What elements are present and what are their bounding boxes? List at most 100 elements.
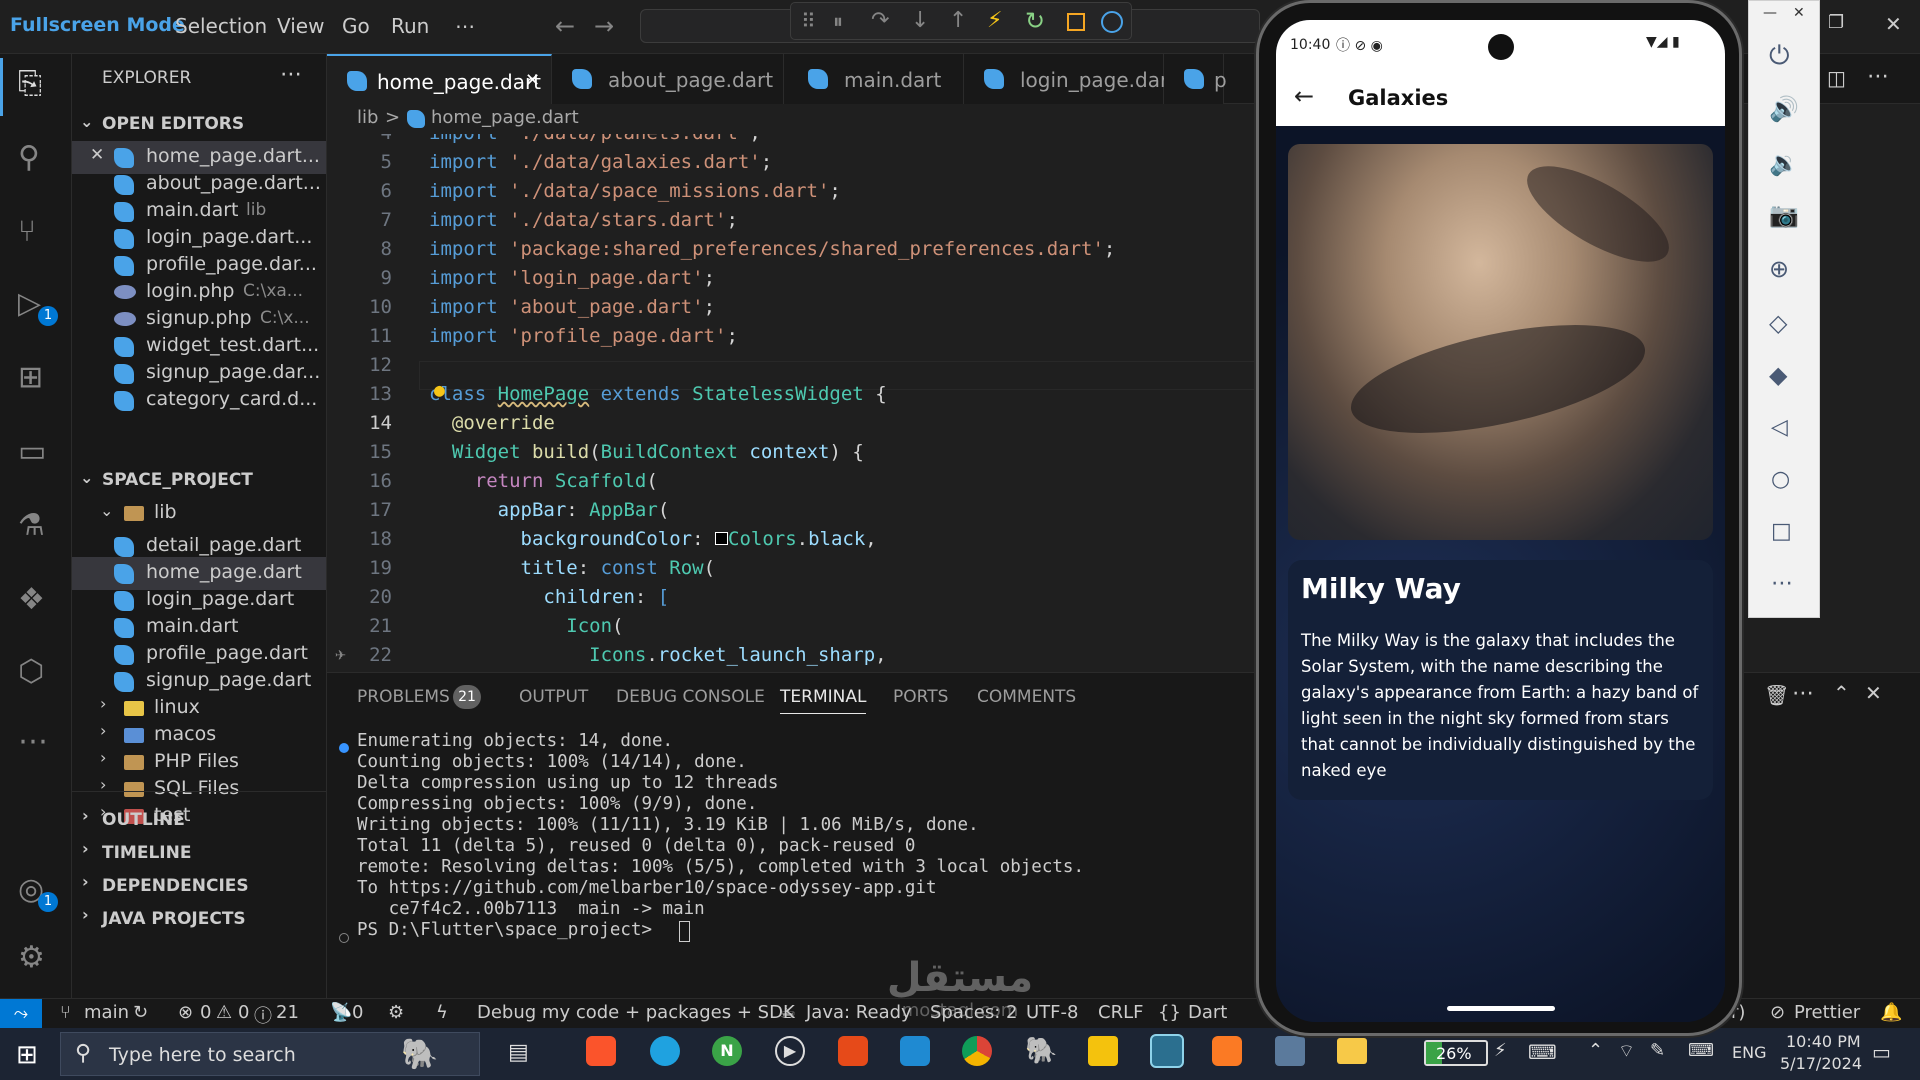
player-icon[interactable] <box>1088 1036 1118 1066</box>
menu-more[interactable]: ⋯ <box>455 14 475 38</box>
power-icon[interactable]: ⏻ <box>1769 41 1790 72</box>
lightbulb-icon[interactable]: ● <box>434 380 445 401</box>
battery-indicator[interactable]: 26% <box>1424 1040 1488 1066</box>
tab-output[interactable]: OUTPUT <box>519 687 588 707</box>
tab-login-page[interactable]: login_page.dart <box>964 54 1176 104</box>
files-icon[interactable]: ⎘ <box>18 66 42 101</box>
minimap[interactable] <box>1820 104 1920 644</box>
restart-icon[interactable]: ↻ <box>1025 7 1045 35</box>
warning-count[interactable]: 0 <box>238 1002 249 1023</box>
snipping-icon[interactable] <box>1275 1036 1305 1066</box>
menu-fullscreen[interactable]: Fullscreen Mode <box>10 14 185 36</box>
trash-icon[interactable]: 🗑 <box>1764 683 1789 707</box>
editor-more-icon[interactable]: ⋯ <box>1867 64 1889 89</box>
vscode-icon[interactable] <box>900 1036 930 1066</box>
section-header[interactable]: › JAVA PROJECTS <box>72 903 326 936</box>
error-count[interactable]: 0 <box>200 1002 211 1023</box>
flash-icon[interactable]: ϟ <box>436 1002 448 1023</box>
section-header[interactable]: › OUTLINE <box>72 804 326 837</box>
menu-view[interactable]: View <box>277 14 324 38</box>
notifications-bell-icon[interactable]: 🔔 <box>1880 1002 1902 1023</box>
source-control-icon[interactable]: ⑂ <box>18 214 36 249</box>
chrome-icon[interactable] <box>962 1036 992 1066</box>
open-editor-item[interactable]: category_card.d... <box>72 384 326 417</box>
nav-home-icon[interactable]: ○ <box>1771 467 1790 492</box>
step-out-icon[interactable]: ↑ <box>949 8 967 33</box>
tab-comments[interactable]: COMMENTS <box>977 687 1076 707</box>
rotate-right-icon[interactable]: ◆ <box>1769 361 1787 389</box>
breadcrumb-file[interactable]: home_page.dart <box>431 107 579 128</box>
action-center-icon[interactable]: ▭ <box>1872 1040 1891 1064</box>
edge-icon[interactable] <box>650 1036 680 1066</box>
close-panel-icon[interactable]: ✕ <box>1865 681 1882 705</box>
split-editor-icon[interactable]: ◫ <box>1827 66 1846 90</box>
eol[interactable]: CRLF <box>1098 1002 1143 1023</box>
debug-mode[interactable]: Debug my code + packages + SDK <box>477 1002 795 1023</box>
touch-keyboard-icon[interactable]: ⌨ <box>1688 1040 1714 1061</box>
language-mode[interactable]: Dart <box>1188 1002 1227 1023</box>
emulator-more-icon[interactable]: ⋯ <box>1771 571 1793 596</box>
section-header[interactable]: › DEPENDENCIES <box>72 870 326 903</box>
sync-icon[interactable]: ↻ <box>133 1002 148 1023</box>
nav-overview-icon[interactable]: □ <box>1771 519 1792 544</box>
tab-debug-console[interactable]: DEBUG CONSOLE <box>616 687 765 707</box>
elephant-app-icon[interactable]: 🐘 <box>1025 1036 1057 1066</box>
info-count[interactable]: 21 <box>276 1002 299 1023</box>
menu-selection[interactable]: Selection <box>175 14 267 38</box>
section-header[interactable]: › TIMELINE <box>72 837 326 870</box>
media-player-icon[interactable]: ▶ <box>775 1036 805 1066</box>
app-n-icon[interactable]: N <box>712 1036 742 1066</box>
file-explorer-icon[interactable] <box>1337 1038 1367 1064</box>
prettier-status[interactable]: Prettier <box>1794 1002 1860 1023</box>
tab-close-icon[interactable]: ✕ <box>525 70 540 91</box>
step-into-icon[interactable]: ↓ <box>911 8 929 33</box>
emulator-minimize-icon[interactable]: — <box>1763 5 1777 21</box>
tab-about-page[interactable]: about_page.dart <box>552 54 784 104</box>
project-header[interactable]: ⌄ SPACE_PROJECT <box>72 464 326 497</box>
emulator-close-icon[interactable]: ✕ <box>1793 5 1805 21</box>
settings-gear-icon[interactable]: ⚙ <box>18 940 45 975</box>
brave-icon[interactable] <box>586 1036 616 1066</box>
keyboard-layout-icon[interactable]: ⌨ <box>1528 1040 1557 1064</box>
volume-down-icon[interactable]: 🔉 <box>1769 149 1799 177</box>
stop-icon[interactable] <box>1067 13 1085 31</box>
tray-chevron-icon[interactable]: ⌃ <box>1588 1040 1603 1061</box>
clock-date[interactable]: 5/17/2024 <box>1780 1054 1862 1073</box>
zoom-icon[interactable]: ⊕ <box>1769 255 1789 283</box>
xampp-icon[interactable] <box>1212 1036 1242 1066</box>
camera-icon[interactable]: 📷 <box>1769 201 1799 229</box>
step-over-icon[interactable]: ↷ <box>871 8 889 33</box>
extensions-icon[interactable]: ⊞ <box>18 360 43 395</box>
devtools-icon[interactable] <box>1101 11 1123 33</box>
restore-icon[interactable]: ❐ <box>1828 12 1844 33</box>
breadcrumb-folder[interactable]: lib <box>357 107 378 128</box>
more-views-icon[interactable]: ⋯ <box>18 724 48 759</box>
windows-start-icon[interactable]: ⊞ <box>16 1040 38 1070</box>
tab-problems[interactable]: PROBLEMS <box>357 687 450 707</box>
figma-icon[interactable]: ❖ <box>18 582 45 617</box>
ports-count[interactable]: 0 <box>352 1002 363 1023</box>
pause-icon[interactable]: ⏸ <box>833 9 843 33</box>
galaxy-card[interactable]: Milky Way The Milky Way is the galaxy th… <box>1288 560 1713 800</box>
language-indicator[interactable]: ENG <box>1732 1043 1766 1062</box>
volume-up-icon[interactable]: 🔊 <box>1769 95 1799 123</box>
back-arrow-icon[interactable]: ← <box>1294 82 1314 110</box>
wifi-icon[interactable]: ⌔ <box>1618 1040 1635 1063</box>
tab-profile-page[interactable]: p <box>1164 54 1227 104</box>
nav-back-icon[interactable]: ◁ <box>1771 415 1788 440</box>
rotate-left-icon[interactable]: ◇ <box>1769 309 1787 337</box>
hot-reload-icon[interactable]: ⚡ <box>987 8 1002 33</box>
pen-icon[interactable]: ✎ <box>1650 1040 1665 1061</box>
open-editors-header[interactable]: ⌄ OPEN EDITORS <box>72 108 326 141</box>
remote-indicator[interactable]: ⤳ <box>0 999 42 1029</box>
studio-icon[interactable] <box>1150 1034 1184 1068</box>
back-arrow-icon[interactable]: ← <box>555 12 575 40</box>
remote-explorer-icon[interactable]: ▭ <box>18 434 46 469</box>
close-editor-icon[interactable]: ✕ <box>90 145 104 165</box>
forward-arrow-icon[interactable]: → <box>594 12 614 40</box>
menu-go[interactable]: Go <box>342 14 370 38</box>
maximize-panel-icon[interactable]: ⌃ <box>1833 681 1850 705</box>
tab-home-page[interactable]: home_page.dart ✕ <box>327 54 552 104</box>
code-area[interactable]: 45678910111213141516171819202122 import … <box>327 134 1287 672</box>
branch-status[interactable]: main <box>84 1002 129 1023</box>
